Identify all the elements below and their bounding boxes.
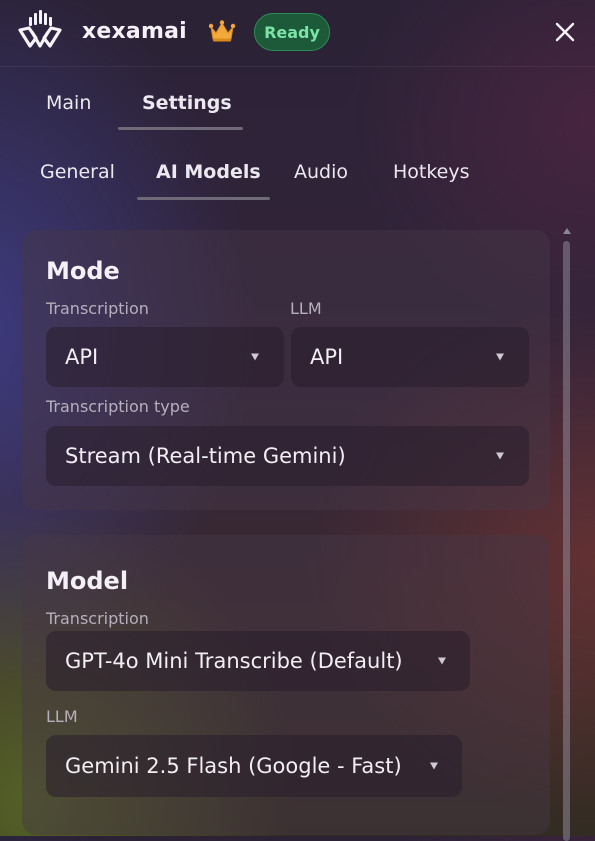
tab-general[interactable]: General — [40, 161, 115, 183]
model-title: Model — [46, 567, 129, 595]
llm-model-value: Gemini 2.5 Flash (Google - Fast) — [65, 754, 402, 778]
tab-audio[interactable]: Audio — [294, 161, 348, 183]
close-icon[interactable] — [553, 20, 577, 44]
tab-hotkeys[interactable]: Hotkeys — [393, 161, 470, 183]
transcription-mode-select[interactable]: API — [46, 327, 284, 387]
active-tab-indicator — [118, 127, 243, 130]
transcription-model-value: GPT-4o Mini Transcribe (Default) — [65, 649, 403, 673]
model-llm-label: LLM — [46, 707, 78, 726]
mode-transcription-label: Transcription — [46, 299, 149, 318]
chevron-down-icon — [438, 657, 446, 665]
scrollbar[interactable] — [562, 228, 572, 841]
scroll-up-icon[interactable] — [563, 228, 571, 234]
llm-mode-value: API — [310, 345, 344, 369]
transcription-model-select[interactable]: GPT-4o Mini Transcribe (Default) — [46, 631, 470, 691]
llm-mode-select[interactable]: API — [291, 327, 529, 387]
tab-settings[interactable]: Settings — [142, 92, 232, 114]
chevron-down-icon — [496, 452, 504, 460]
crown-icon — [208, 20, 236, 42]
transcription-type-label: Transcription type — [46, 397, 190, 416]
chevron-down-icon — [496, 353, 504, 361]
tab-main[interactable]: Main — [46, 92, 91, 114]
status-badge: Ready — [254, 13, 330, 51]
mode-title: Mode — [46, 257, 120, 285]
chevron-down-icon — [251, 353, 259, 361]
transcription-type-select[interactable]: Stream (Real-time Gemini) — [46, 426, 529, 486]
title-bar: xexamai Ready — [0, 0, 595, 67]
chevron-down-icon — [430, 762, 438, 770]
model-card: Model Transcription GPT-4o Mini Transcri… — [22, 535, 550, 835]
mode-card: Mode Transcription LLM API API Transcrip… — [22, 230, 550, 510]
model-transcription-label: Transcription — [46, 609, 149, 628]
active-subtab-indicator — [137, 197, 270, 200]
transcription-mode-value: API — [65, 345, 99, 369]
llm-model-select[interactable]: Gemini 2.5 Flash (Google - Fast) — [46, 735, 462, 797]
transcription-type-value: Stream (Real-time Gemini) — [65, 444, 346, 468]
logo-icon — [18, 10, 62, 48]
tab-ai-models[interactable]: AI Models — [156, 161, 261, 183]
app-name: xexamai — [82, 19, 187, 44]
mode-llm-label: LLM — [290, 299, 322, 318]
scrollbar-thumb[interactable] — [563, 241, 570, 841]
